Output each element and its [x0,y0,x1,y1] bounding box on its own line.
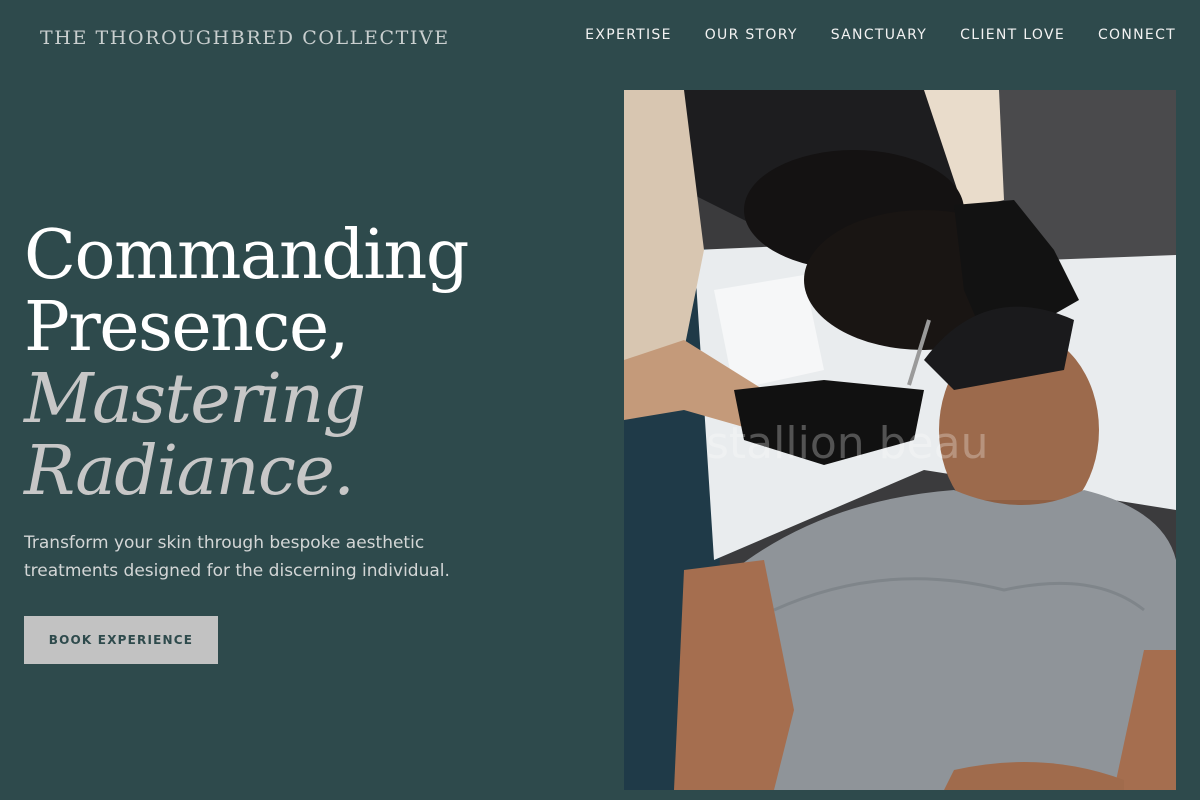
hero-photo: stallion beau [624,90,1176,790]
nav-our-story[interactable]: OUR STORY [705,27,798,43]
nav-client-love[interactable]: CLIENT LOVE [960,27,1065,43]
headline-line-1: Commanding [24,216,469,295]
brand-logo[interactable]: THE THOROUGHBRED COLLECTIVE [40,27,450,49]
book-experience-button[interactable]: BOOK EXPERIENCE [24,616,218,664]
headline-line-4: Radiance. [24,432,355,511]
nav-connect[interactable]: CONNECT [1098,27,1176,43]
nav-sanctuary[interactable]: SANCTUARY [831,27,927,43]
main-nav: EXPERTISE OUR STORY SANCTUARY CLIENT LOV… [552,27,1176,43]
hero-headline: Commanding Presence, Mastering Radiance. [24,216,469,511]
hero-subtitle: Transform your skin through bespoke aest… [24,533,450,581]
headline-line-2: Presence, [24,288,349,367]
headline-line-3: Mastering [24,360,366,439]
photo-watermark: stallion beau [706,418,989,469]
nav-expertise[interactable]: EXPERTISE [585,27,672,43]
